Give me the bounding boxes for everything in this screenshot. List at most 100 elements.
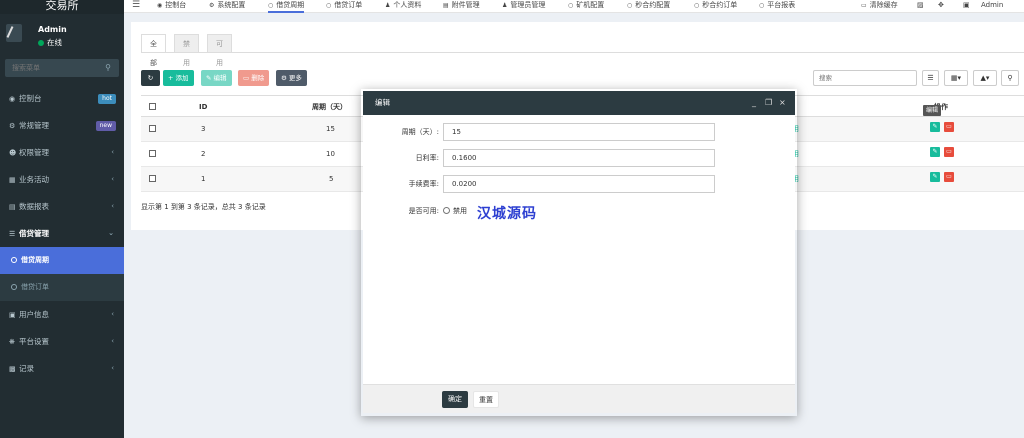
row-checkbox[interactable] (149, 125, 156, 132)
fee-rate-input[interactable] (444, 176, 714, 192)
edit-button[interactable]: ✎ 编辑 (201, 70, 232, 86)
chevron-left-icon: ‹ (111, 337, 114, 345)
period-input[interactable] (444, 124, 714, 140)
search-icon[interactable]: ⚲ (105, 63, 111, 72)
admin-menu[interactable]: Admin (981, 0, 1003, 13)
report-icon: ▤ (9, 203, 16, 211)
cell-id: 1 (201, 175, 206, 183)
more-label: 更多 (288, 74, 302, 82)
confirm-button[interactable]: 确定 (442, 391, 468, 408)
tab-seconds-contract-config[interactable]: ○ 秒合约配置 (627, 0, 670, 13)
tab-loan-orders[interactable]: ○ 借贷订单 (326, 0, 362, 13)
tab-admin-management[interactable]: ♟ 管理员管理 (502, 0, 545, 13)
menu-toggle-icon[interactable]: ☰ (132, 0, 140, 11)
circle-icon: ○ (627, 2, 633, 9)
sidebar-item-label: 平台设置 (19, 337, 49, 346)
sidebar-item-loan-management[interactable]: ☰ 借贷管理 ⌄ (0, 220, 124, 247)
sidebar-subitem-loan-period[interactable]: 借贷周期 (0, 247, 124, 274)
tab-dashboard[interactable]: ◉ 控制台 (157, 0, 186, 13)
row-checkbox[interactable] (149, 150, 156, 157)
sidebar-item-label: 控制台 (19, 94, 42, 103)
sidebar-item-general[interactable]: ⚙ 常规管理 new (0, 112, 124, 139)
row-edit-button[interactable]: ✎ (930, 172, 940, 182)
row-edit-button[interactable]: ✎ (930, 147, 940, 157)
daily-rate-input[interactable] (444, 150, 714, 166)
tab-label: 系统配置 (217, 1, 246, 9)
tab-system-config[interactable]: ⚙ 系统配置 (209, 0, 245, 13)
columns-button[interactable]: ▦▾ (944, 70, 968, 86)
filter-tab-all[interactable]: 全部 (141, 34, 166, 67)
columns-icon: ▦▾ (950, 74, 962, 82)
export-icon: ▲▾ (980, 74, 990, 82)
minimize-icon[interactable]: _ (752, 91, 756, 115)
row-delete-button[interactable]: ▭ (944, 122, 954, 132)
tab-profile[interactable]: ♟ 个人资料 (385, 0, 421, 13)
row-delete-button[interactable]: ▭ (944, 147, 954, 157)
disabled-option-label: 禁用 (453, 207, 467, 215)
table-search (813, 70, 917, 86)
search-toggle-button[interactable]: ⚲ (1001, 70, 1019, 86)
sidebar-subitem-loan-orders[interactable]: 借贷订单 (0, 274, 124, 301)
settings-icon: ❋ (9, 338, 15, 346)
fullscreen-icon[interactable]: ✥ (938, 0, 944, 13)
activity-icon: ▦ (9, 176, 16, 184)
toggle-view-button[interactable]: ☰ (922, 70, 939, 86)
circle-icon: ○ (268, 2, 274, 9)
search-icon: ⚲ (1007, 74, 1013, 82)
modal-footer: 确定 重置 (363, 384, 795, 413)
circle-icon: ○ (759, 2, 765, 9)
more-button[interactable]: ⚙ 更多 (276, 70, 307, 86)
tab-seconds-contract-orders[interactable]: ○ 秒合约订单 (694, 0, 737, 13)
disabled-radio-option[interactable]: 禁用 (443, 202, 467, 220)
export-button[interactable]: ▲▾ (973, 70, 997, 86)
form-row-fee-rate: 手续费率: (363, 175, 795, 193)
sidebar-item-dashboard[interactable]: ◉ 控制台 hot (0, 85, 124, 112)
row-edit-button[interactable]: ✎ (930, 122, 940, 132)
app-logo[interactable]: 交易所 (0, 0, 124, 14)
reset-button[interactable]: 重置 (473, 391, 499, 408)
admin-avatar-icon[interactable]: ▣ (963, 0, 970, 13)
user-panel: Admin 在线 (0, 14, 124, 56)
trash-icon: ▭ (243, 74, 250, 82)
refresh-button[interactable]: ↻ (141, 70, 160, 86)
delete-button[interactable]: ▭ 删除 (238, 70, 270, 86)
pencil-icon: ✎ (206, 74, 212, 82)
chevron-down-icon: ⌄ (108, 229, 114, 237)
clear-cache-button[interactable]: ▭ 清除缓存 (861, 0, 898, 13)
sidebar-item-reports[interactable]: ▤ 数据报表 ‹ (0, 193, 124, 220)
sidebar-item-records[interactable]: ▩ 记录 ‹ (0, 355, 124, 382)
add-button[interactable]: + 添加 (163, 70, 194, 86)
close-icon[interactable]: × (779, 91, 786, 115)
fee-rate-label: 手续费率: (408, 180, 439, 188)
plus-icon: + (168, 74, 174, 82)
frontend-icon[interactable]: ▨ (917, 0, 924, 13)
table-search-input[interactable] (814, 71, 916, 85)
sidebar-item-user-info[interactable]: ▣ 用户信息 ‹ (0, 301, 124, 328)
filter-tab-disabled[interactable]: 禁用 (174, 34, 199, 67)
refresh-icon: ↻ (147, 74, 154, 82)
trash-icon: ▭ (946, 123, 952, 130)
sidebar-item-activities[interactable]: ▦ 业务活动 ‹ (0, 166, 124, 193)
sidebar-item-platform-settings[interactable]: ❋ 平台设置 ‹ (0, 328, 124, 355)
group-icon: ☻ (9, 149, 17, 157)
filter-tab-enabled[interactable]: 可用 (207, 34, 232, 67)
form-row-enabled: 是否可用: 禁用 (363, 202, 795, 220)
gear-icon: ⚙ (209, 2, 215, 9)
row-checkbox[interactable] (149, 175, 156, 182)
radio-button[interactable] (443, 207, 450, 214)
row-delete-button[interactable]: ▭ (944, 172, 954, 182)
tab-label: 控制台 (165, 1, 187, 9)
tab-attachments[interactable]: ▤ 附件管理 (443, 0, 480, 13)
cogs-icon: ⚙ (9, 122, 16, 130)
sidebar-item-permissions[interactable]: ☻ 权限管理 ‹ (0, 139, 124, 166)
trash-icon: ▭ (946, 148, 952, 155)
sidebar-search-input[interactable] (5, 59, 95, 77)
select-all-checkbox[interactable] (149, 103, 156, 110)
delete-label: 删除 (251, 74, 265, 82)
sidebar-item-label: 业务活动 (19, 175, 49, 184)
tab-label: 借贷订单 (334, 1, 363, 9)
tab-platform-reports[interactable]: ○ 平台报表 (759, 0, 795, 13)
maximize-icon[interactable]: ❐ (765, 91, 772, 115)
tab-miner-config[interactable]: ○ 矿机配置 (568, 0, 604, 13)
tab-loan-period[interactable]: ○ 借贷周期 (268, 0, 305, 13)
